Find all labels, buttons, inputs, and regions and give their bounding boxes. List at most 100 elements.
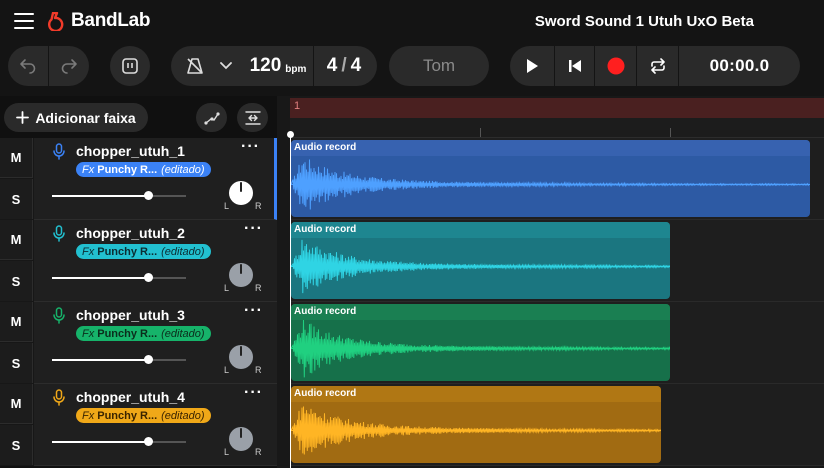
ruler-tick	[670, 128, 671, 137]
loop-button[interactable]	[637, 46, 678, 86]
mixer-button[interactable]	[110, 46, 150, 86]
toolbar: 120 bpm 4 / 4 Tom 00:00.0	[0, 44, 824, 96]
audio-clip[interactable]: Audio record	[291, 304, 670, 381]
volume-slider[interactable]	[52, 273, 186, 282]
waveform	[291, 320, 670, 378]
plus-icon	[16, 111, 30, 124]
key-label: Tom	[422, 56, 456, 75]
add-track-button[interactable]: Adicionar faixa	[4, 103, 148, 132]
audio-clip[interactable]: Audio record	[291, 140, 810, 217]
pan-knob[interactable]	[229, 181, 253, 205]
volume-thumb[interactable]	[144, 437, 154, 446]
bpm-control[interactable]: 120 bpm	[243, 46, 313, 86]
project-title[interactable]: Sword Sound 1 Utuh UxO Beta	[535, 13, 754, 30]
tempo-group: 120 bpm 4 / 4	[171, 46, 377, 86]
rewind-button[interactable]	[555, 46, 594, 86]
logo-text: BandLab	[71, 10, 151, 31]
track-controls[interactable]: chopper_utuh_1 ··· Fx Punchy R... (editado) L…	[34, 138, 277, 220]
redo-button[interactable]	[49, 46, 89, 86]
fx-badge[interactable]: Fx Punchy R... (editado)	[76, 244, 211, 259]
volume-slider[interactable]	[52, 355, 186, 364]
track-name[interactable]: chopper_utuh_2	[76, 225, 185, 241]
bandlab-logo[interactable]: BandLab	[48, 10, 150, 32]
microphone-icon	[53, 307, 65, 324]
pan-left-label: L	[224, 283, 230, 293]
loop-icon	[650, 58, 665, 74]
record-button[interactable]	[595, 46, 636, 86]
fx-prefix: Fx	[82, 163, 95, 176]
pan-knob[interactable]	[229, 263, 253, 287]
time-sig-sep: /	[341, 55, 347, 76]
chevron-down-icon	[220, 62, 232, 70]
transport-group: 00:00.0	[510, 46, 800, 86]
redo-icon	[61, 59, 77, 74]
ruler-tick	[480, 128, 481, 137]
volume-slider[interactable]	[52, 191, 186, 200]
menu-icon[interactable]	[14, 13, 34, 29]
metronome-dropdown[interactable]	[215, 46, 237, 86]
mute-button[interactable]: M	[0, 302, 33, 342]
mute-button[interactable]: M	[0, 220, 33, 260]
pan-right-label: R	[255, 447, 262, 457]
key-button[interactable]: Tom	[389, 46, 489, 86]
metronome-button[interactable]	[175, 46, 215, 86]
fx-prefix: Fx	[82, 327, 95, 340]
more-options-icon[interactable]: ···	[244, 302, 263, 320]
solo-button[interactable]: S	[0, 261, 33, 301]
track-controls[interactable]: chopper_utuh_3 ··· Fx Punchy R... (editado) L…	[34, 302, 277, 384]
timeline-ruler[interactable]	[290, 118, 824, 138]
pan-left-label: L	[224, 447, 230, 457]
more-options-icon[interactable]: ···	[244, 384, 263, 402]
record-icon	[607, 57, 624, 75]
fx-name: Punchy R...	[97, 245, 158, 258]
undo-button[interactable]	[8, 46, 48, 86]
fx-prefix: Fx	[82, 245, 95, 258]
more-options-icon[interactable]: ···	[241, 138, 260, 156]
pan-right-label: R	[255, 365, 262, 375]
mute-button[interactable]: M	[0, 384, 33, 424]
undo-icon	[20, 59, 36, 74]
fx-badge[interactable]: Fx Punchy R... (editado)	[76, 408, 211, 423]
daw-window: BandLab Sword Sound 1 Utuh UxO Beta 120 …	[0, 0, 824, 468]
volume-fill	[52, 359, 149, 361]
more-options-icon[interactable]: ···	[244, 220, 263, 238]
time-readout: 00:00.0	[709, 56, 770, 75]
solo-button[interactable]: S	[0, 179, 33, 219]
time-sig-top: 4	[326, 55, 338, 76]
time-display: 00:00.0	[679, 46, 800, 86]
clip-title: Audio record	[294, 388, 357, 399]
pan-right-label: R	[255, 201, 262, 211]
fx-badge[interactable]: Fx Punchy R... (editado)	[76, 162, 211, 177]
loop-region-bar[interactable]	[290, 98, 824, 118]
play-button[interactable]	[510, 46, 554, 86]
volume-fill	[52, 277, 149, 279]
fx-badge[interactable]: Fx Punchy R... (editado)	[76, 326, 211, 341]
pan-knob[interactable]	[229, 427, 253, 451]
volume-fill	[52, 195, 149, 197]
playhead-handle[interactable]	[287, 131, 294, 138]
time-signature-control[interactable]: 4 / 4	[314, 46, 374, 86]
volume-slider[interactable]	[52, 437, 186, 446]
track-name[interactable]: chopper_utuh_1	[76, 143, 185, 159]
volume-thumb[interactable]	[144, 355, 154, 364]
solo-button[interactable]: S	[0, 425, 33, 465]
microphone-icon	[53, 389, 65, 406]
mute-button[interactable]: M	[0, 138, 33, 178]
fit-view-button[interactable]	[237, 103, 268, 132]
audio-clip[interactable]: Audio record	[291, 222, 670, 299]
volume-thumb[interactable]	[144, 273, 154, 282]
audio-clip[interactable]: Audio record	[291, 386, 661, 463]
automation-button[interactable]	[196, 103, 227, 132]
volume-thumb[interactable]	[144, 191, 154, 200]
microphone-icon	[53, 225, 65, 242]
time-sig-bottom: 4	[350, 55, 362, 76]
solo-button[interactable]: S	[0, 343, 33, 383]
microphone-icon	[53, 143, 65, 160]
automation-icon	[203, 111, 220, 125]
track-name[interactable]: chopper_utuh_3	[76, 307, 185, 323]
track-controls[interactable]: chopper_utuh_2 ··· Fx Punchy R... (editado) L…	[34, 220, 277, 302]
fx-state: (editado)	[161, 163, 205, 176]
track-name[interactable]: chopper_utuh_4	[76, 389, 185, 405]
track-controls[interactable]: chopper_utuh_4 ··· Fx Punchy R... (editado) L…	[34, 384, 277, 466]
pan-knob[interactable]	[229, 345, 253, 369]
